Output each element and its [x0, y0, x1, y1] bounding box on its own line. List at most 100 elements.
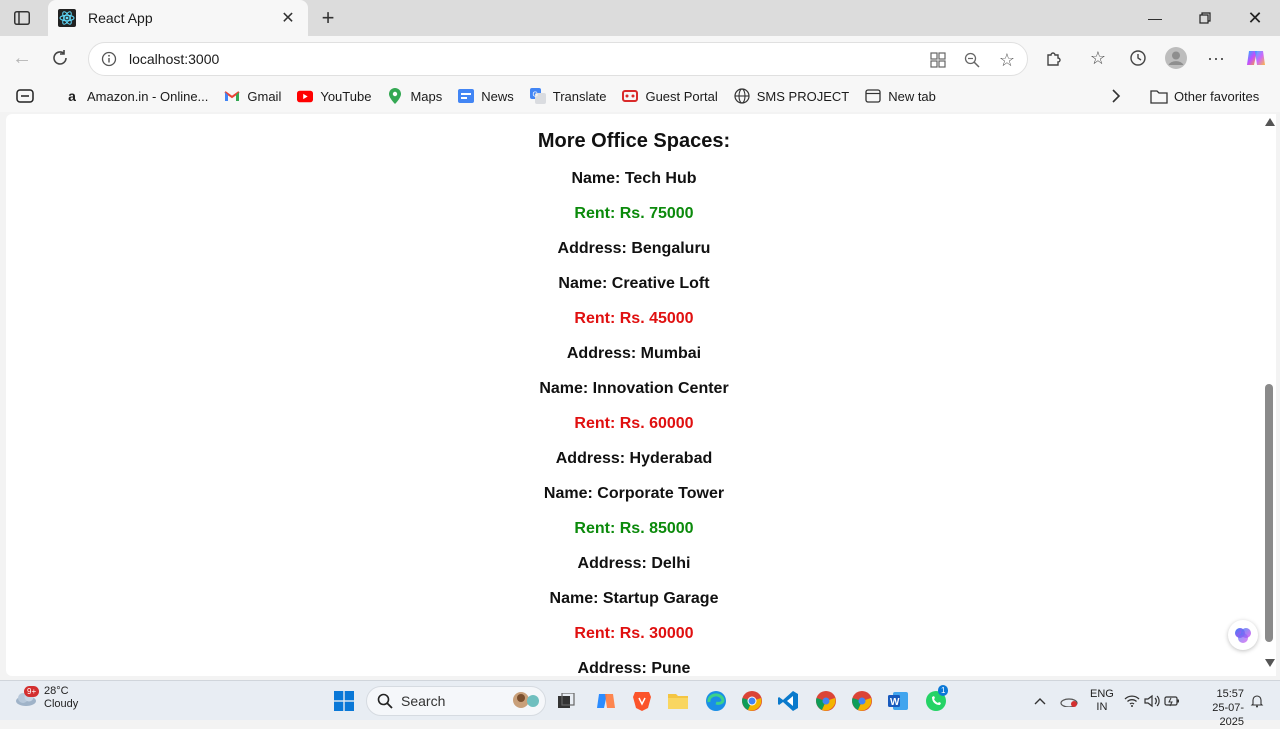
fav-youtube[interactable]: YouTube — [289, 82, 379, 110]
windows-start-icon[interactable] — [328, 685, 360, 717]
fav-new-tab[interactable]: New tab — [857, 82, 944, 110]
weather-badge: 9+ — [24, 686, 40, 697]
office-address: Address: Mumbai — [566, 345, 702, 362]
more-options-icon[interactable]: ··· — [1202, 44, 1230, 72]
office-rent: Rent: Rs. 60000 — [574, 415, 694, 432]
scroll-up-arrow-icon[interactable] — [1265, 118, 1275, 126]
copilot-app-icon[interactable] — [590, 685, 622, 717]
react-icon — [58, 9, 76, 27]
guest-portal-icon — [622, 88, 639, 104]
fav-maps[interactable]: Maps — [379, 82, 450, 110]
favorite-star-icon[interactable]: ☆ — [994, 47, 1020, 73]
amazon-icon: a — [68, 88, 76, 104]
vertical-scrollbar[interactable] — [1262, 114, 1276, 676]
taskbar-search[interactable]: Search — [366, 686, 546, 716]
office-name: Name: Tech Hub — [571, 170, 697, 187]
app-available-icon[interactable] — [925, 47, 951, 73]
office-name: Name: Corporate Tower — [543, 485, 725, 502]
task-view-icon[interactable] — [550, 685, 582, 717]
profile-avatar-icon[interactable] — [1162, 44, 1190, 72]
weather-widget[interactable]: 9+ 28°C Cloudy — [14, 685, 78, 711]
brave-icon[interactable] — [626, 685, 658, 717]
browser-tab[interactable]: React App ✕ — [48, 0, 308, 36]
language-indicator[interactable]: ENG IN — [1090, 681, 1114, 721]
search-icon — [377, 693, 393, 709]
close-window-icon[interactable]: ✕ — [1230, 0, 1280, 36]
fav-guest-portal[interactable]: Guest Portal — [614, 82, 725, 110]
history-icon[interactable] — [1124, 44, 1152, 72]
office-list: More Office Spaces: Name: Tech Hub Rent:… — [6, 129, 1262, 676]
file-explorer-icon[interactable] — [662, 685, 694, 717]
more-favorites-chevron-icon[interactable] — [1104, 82, 1128, 110]
office-address: Address: Hyderabad — [555, 450, 713, 467]
minimize-icon[interactable]: — — [1130, 0, 1180, 36]
refresh-icon[interactable] — [46, 44, 74, 72]
fav-news[interactable]: News — [450, 82, 522, 110]
fav-gmail[interactable]: Gmail — [216, 82, 289, 110]
vscode-icon[interactable] — [772, 685, 804, 717]
office-rent: Rent: Rs. 85000 — [574, 520, 694, 537]
fav-amazon[interactable]: a Amazon.in - Online... — [56, 82, 216, 110]
office-rent: Rent: Rs. 75000 — [574, 205, 694, 222]
news-icon — [458, 88, 475, 104]
show-hidden-icons[interactable] — [1034, 681, 1046, 721]
wifi-icon[interactable] — [1124, 681, 1140, 721]
svg-text:W: W — [890, 697, 900, 708]
tab-actions-icon[interactable] — [8, 6, 36, 30]
edge-icon[interactable] — [700, 685, 732, 717]
notifications-icon[interactable] — [1250, 681, 1264, 721]
youtube-icon — [297, 88, 314, 104]
chrome-icon[interactable] — [736, 685, 768, 717]
office-rent: Rent: Rs. 30000 — [574, 625, 694, 642]
word-icon[interactable]: W — [882, 685, 914, 717]
fav-translate[interactable]: G Translate — [522, 82, 615, 110]
office-name: Name: Startup Garage — [549, 590, 719, 607]
browser-toolbar: ← localhost:3000 ☆ ☆ ··· — [0, 36, 1280, 80]
page-viewport: More Office Spaces: Name: Tech Hub Rent:… — [6, 114, 1262, 676]
folder-icon — [1150, 89, 1168, 104]
copilot-icon[interactable] — [1242, 44, 1270, 72]
site-info-icon[interactable] — [99, 49, 119, 69]
tab-title: React App — [88, 10, 153, 26]
office-address: Address: Bengaluru — [557, 240, 711, 257]
windows-taskbar: 9+ 28°C Cloudy Search W 1 ENG IN 15:57 2… — [0, 680, 1280, 728]
volume-icon[interactable] — [1144, 681, 1160, 721]
new-tab-icon[interactable]: + — [314, 4, 342, 32]
scrollbar-thumb[interactable] — [1265, 384, 1273, 642]
favorites-icon[interactable]: ☆ — [1084, 44, 1112, 72]
cloudy-weather-icon: 9+ — [14, 686, 40, 708]
weather-desc: Cloudy — [44, 698, 79, 710]
favorites-menu-icon[interactable] — [16, 82, 42, 110]
battery-icon[interactable] — [1164, 681, 1180, 721]
new-tab-page-icon — [865, 88, 881, 104]
office-address: Address: Delhi — [577, 555, 691, 572]
back-icon[interactable]: ← — [8, 44, 36, 72]
whatsapp-icon[interactable]: 1 — [920, 685, 952, 717]
translate-icon: G — [529, 88, 546, 104]
zoom-icon[interactable] — [959, 47, 985, 73]
office-name: Name: Creative Loft — [558, 275, 710, 292]
other-favorites[interactable]: Other favorites — [1150, 82, 1259, 110]
title-bar: React App ✕ + — ✕ — [0, 0, 1280, 36]
office-rent: Rent: Rs. 45000 — [574, 310, 694, 327]
extensions-icon[interactable] — [1040, 44, 1068, 72]
onedrive-icon[interactable] — [1060, 681, 1078, 721]
chrome-profile-m-icon[interactable] — [846, 685, 878, 717]
clock-date: 25-07-2025 — [1212, 702, 1244, 728]
chrome-profile-g-icon[interactable] — [810, 685, 842, 717]
system-clock[interactable]: 15:57 25-07-2025 — [1192, 687, 1244, 729]
fav-sms-project[interactable]: SMS PROJECT — [726, 82, 857, 110]
scroll-down-arrow-icon[interactable] — [1265, 659, 1275, 667]
close-tab-icon[interactable]: ✕ — [278, 8, 298, 28]
maps-pin-icon — [387, 88, 403, 104]
address-bar[interactable]: localhost:3000 ☆ — [88, 42, 1028, 76]
globe-icon — [734, 88, 750, 104]
search-highlight-icon — [511, 689, 541, 713]
floating-copilot-icon[interactable] — [1228, 620, 1258, 650]
restore-icon[interactable] — [1180, 0, 1230, 36]
url-text: localhost:3000 — [129, 51, 220, 67]
page-heading: More Office Spaces: — [537, 130, 731, 152]
search-label: Search — [401, 693, 446, 709]
office-name: Name: Innovation Center — [539, 380, 729, 397]
office-address: Address: Pune — [577, 660, 691, 676]
